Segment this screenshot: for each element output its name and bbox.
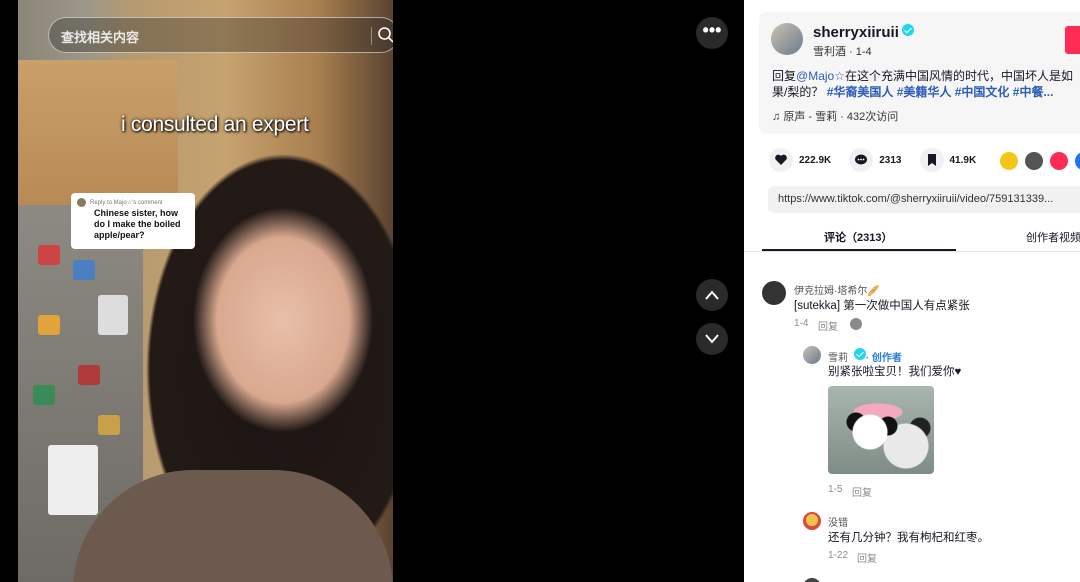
hashtag[interactable]: #中餐...: [1013, 85, 1054, 99]
creator-name-row[interactable]: 雪莉 · 创作者: [828, 348, 902, 364]
comment-count: 2313: [879, 154, 902, 166]
music-note-icon: ♫: [772, 111, 784, 123]
details-panel: sherryxiiruii 雪利酒 · 1-4 回复@Majo☆在这个充满中国风…: [744, 0, 1080, 582]
liked-by-creator-avatar: [850, 318, 862, 330]
comment-text: 别紧张啦宝贝！我们爱你♥: [828, 366, 962, 378]
author-name-row[interactable]: sherryxiiruii: [813, 24, 914, 41]
comment-sticker-image[interactable]: [828, 386, 934, 474]
bookmark-icon[interactable]: [919, 148, 944, 172]
author-avatar[interactable]: [771, 23, 803, 55]
fridge-magnet: [38, 315, 60, 335]
comment-text: 还有几分钟？我有枸杞和红枣。: [828, 532, 989, 544]
search-placeholder: 查找相关内容: [61, 30, 140, 45]
commenter-avatar[interactable]: [803, 578, 821, 582]
comment-action[interactable]: 2313: [849, 148, 902, 172]
verified-icon: [853, 348, 866, 360]
embed-code-icon[interactable]: [1025, 152, 1043, 170]
previous-video-button[interactable]: [696, 279, 728, 311]
commenter-name[interactable]: 没错: [828, 514, 848, 529]
search-icon[interactable]: [377, 26, 393, 44]
commenter-name[interactable]: 伊克拉姆·塔希尔🥖: [794, 282, 880, 297]
send-icon[interactable]: [1050, 152, 1068, 170]
reply-button[interactable]: 回复: [852, 484, 872, 499]
like-count: 222.9K: [799, 154, 832, 166]
save-action[interactable]: 41.9K: [919, 148, 977, 172]
reply-button[interactable]: 回复: [818, 318, 838, 333]
comment-icon[interactable]: [849, 148, 874, 172]
verified-icon: [901, 24, 914, 36]
action-bar: 222.9K 2313 41.9K: [769, 148, 994, 172]
author-subtitle: 雪利酒 · 1-4: [813, 46, 872, 58]
fridge-magnet: [98, 415, 120, 435]
hashtag[interactable]: #中国文化: [955, 85, 1010, 99]
fridge-magnet: [73, 260, 95, 280]
reply-header: Reply to Majo☆'s comment: [90, 200, 163, 206]
tab-creator-videos[interactable]: 创作者视频: [1026, 229, 1080, 245]
author-name[interactable]: sherryxiiruii: [813, 24, 899, 41]
repost-icon[interactable]: [1000, 152, 1018, 170]
comment-date: 1-5: [828, 484, 843, 495]
music-label: 原声 - 雪莉 · 432次访问: [783, 111, 899, 123]
save-count: 41.9K: [949, 154, 977, 166]
fridge-magnet: [78, 365, 100, 385]
video-frame[interactable]: 查找相关内容 i consulted an expert Reply to Ma…: [18, 0, 393, 582]
commenter-avatar[interactable]: [803, 512, 821, 530]
tabs-divider: [744, 251, 1080, 252]
post-description: 回复@Majo☆在这个充满中国风情的时代，中国坏人是如 果/梨的？ #华裔美国人…: [772, 68, 1080, 100]
comment-tabs: 评论（2313） 创作者视频: [762, 226, 1080, 252]
desc-prefix: 回复: [772, 69, 797, 83]
desc-mention[interactable]: @Majo☆: [796, 69, 845, 83]
hashtag[interactable]: #华裔美国人: [827, 85, 894, 99]
comment-text: [sutekka] 第一次做中国人有点紧张: [794, 300, 970, 312]
next-video-button[interactable]: [696, 323, 728, 355]
video-search-box[interactable]: 查找相关内容: [48, 17, 393, 53]
reply-text: Chinese sister, how do I make the boiled…: [94, 208, 181, 240]
comment-date: 1-22: [828, 550, 849, 561]
heart-icon[interactable]: [769, 148, 793, 172]
chevron-up-icon: [705, 290, 719, 300]
fridge-magnet: [33, 385, 55, 405]
facebook-icon[interactable]: [1075, 152, 1080, 170]
reply-button[interactable]: 回复: [857, 550, 877, 565]
like-action[interactable]: 222.9K: [769, 148, 831, 172]
fridge-magnet: [38, 245, 60, 265]
hashtag[interactable]: #美籍华人: [897, 85, 952, 99]
comment-date: 1-4: [794, 318, 809, 329]
follow-button[interactable]: [1065, 26, 1080, 54]
more-icon: •••: [702, 20, 722, 40]
music-row[interactable]: ♫ 原声 - 雪莉 · 432次访问: [772, 108, 898, 124]
reply-avatar: [77, 198, 86, 207]
video-url-field[interactable]: https://www.tiktok.com/@sherryxiiruii/vi…: [768, 186, 1080, 213]
post-info-card: sherryxiiruii 雪利酒 · 1-4 回复@Majo☆在这个充满中国风…: [759, 12, 1080, 134]
desc-line2: 果/梨的？: [772, 85, 824, 99]
tab-comments[interactable]: 评论（2313）: [824, 229, 892, 245]
fridge-note: [48, 445, 98, 515]
search-divider: [371, 27, 372, 45]
fridge-magnet: [98, 295, 128, 335]
creator-avatar[interactable]: [803, 346, 821, 364]
reply-comment-card: Reply to Majo☆'s comment Chinese sister,…: [71, 193, 195, 249]
video-player-area: 查找相关内容 i consulted an expert Reply to Ma…: [0, 0, 744, 582]
commenter-avatar[interactable]: [762, 281, 786, 305]
desc-text: 在这个充满中国风情的时代，中国坏人是如: [844, 69, 1073, 83]
chevron-down-icon: [705, 334, 719, 344]
more-options-button[interactable]: •••: [696, 17, 728, 49]
video-caption: i consulted an expert: [121, 113, 309, 136]
